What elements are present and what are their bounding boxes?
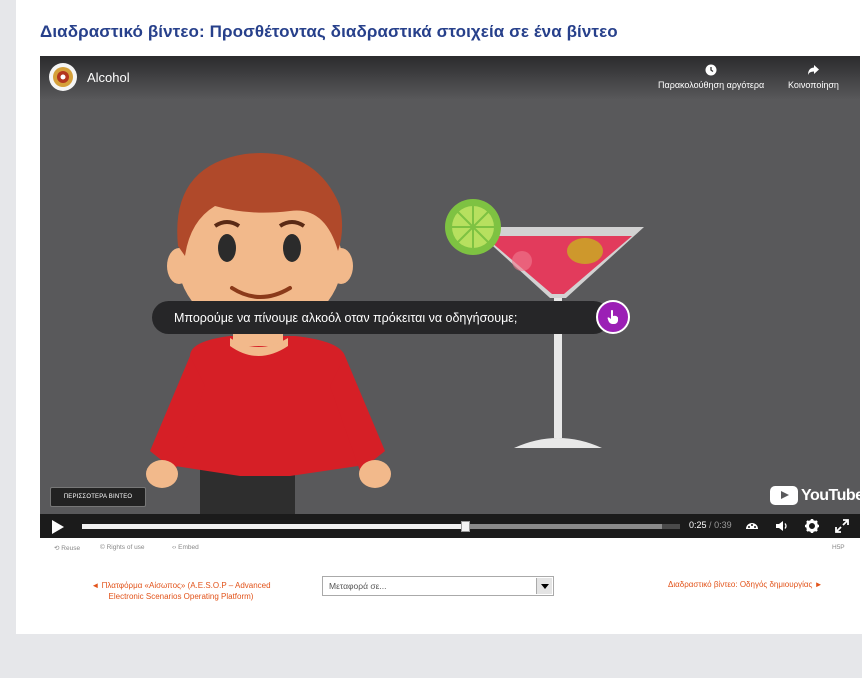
video-player[interactable]: Alcohol Παρακολούθηση αργότερα Κοινοποίη… <box>40 56 860 538</box>
rights-of-use-link[interactable]: © Rights of use <box>100 544 145 551</box>
next-activity-link[interactable]: Διαδραστικό βίντεο: Οδηγός δημιουργίας ► <box>668 580 823 589</box>
chevron-down-icon[interactable] <box>536 578 552 594</box>
video-title[interactable]: Alcohol <box>87 70 130 85</box>
interaction-hotspot-button[interactable] <box>596 300 630 334</box>
volume-icon[interactable] <box>774 518 790 534</box>
youtube-wordmark: YouTube <box>801 486 860 504</box>
watch-later-button[interactable]: Παρακολούθηση αργότερα <box>658 64 764 90</box>
hand-pointer-icon <box>607 310 618 324</box>
youtube-play-icon <box>770 486 798 505</box>
channel-logo[interactable] <box>49 63 77 91</box>
youtube-logo[interactable]: YouTube <box>770 486 860 505</box>
previous-activity-link[interactable]: ◄ Πλατφόρμα «Αίσωπος» (A.E.S.O.P – Advan… <box>76 580 286 602</box>
time-display: 0:25 / 0:39 <box>689 520 732 530</box>
progress-played <box>82 524 466 529</box>
play-icon[interactable] <box>52 520 64 534</box>
jump-to-select[interactable]: Μεταφορά σε... <box>322 576 554 596</box>
reuse-link[interactable]: ⟲ Reuse <box>54 544 80 552</box>
video-frame-illustration <box>146 153 644 516</box>
share-button[interactable]: Κοινοποίηση <box>788 64 839 90</box>
more-videos-button[interactable]: ΠΕΡΙΣΣΟΤΕΡΑ ΒΙΝΤΕΟ <box>50 487 146 507</box>
progress-handle[interactable] <box>461 521 471 532</box>
speed-icon[interactable] <box>744 518 760 534</box>
time-total: 0:39 <box>714 520 732 530</box>
share-label: Κοινοποίηση <box>788 80 839 90</box>
player-footer: ⟲ Reuse © Rights of use ‹› Embed H5P <box>40 542 860 556</box>
gear-icon[interactable] <box>804 518 820 534</box>
time-separator: / <box>709 520 712 530</box>
interaction-question-label[interactable]: Μπορούμε να πίνουμε αλκοόλ οταν πρόκειτα… <box>152 301 610 334</box>
jump-to-value: Μεταφορά σε... <box>329 581 387 591</box>
watch-later-label: Παρακολούθηση αργότερα <box>658 80 765 90</box>
page-title: Διαδραστικό βίντεο: Προσθέτοντας διαδρασ… <box>40 22 618 41</box>
time-current: 0:25 <box>689 520 707 530</box>
progress-bar[interactable] <box>82 521 680 532</box>
h5p-logo[interactable]: H5P <box>832 544 845 551</box>
clock-icon <box>705 64 717 76</box>
player-controls: 0:25 / 0:39 <box>40 514 860 538</box>
embed-link[interactable]: ‹› Embed <box>172 544 199 551</box>
share-icon <box>807 65 819 75</box>
boy-character <box>146 153 391 516</box>
fullscreen-icon[interactable] <box>834 518 850 534</box>
progress-buffered <box>465 524 663 529</box>
